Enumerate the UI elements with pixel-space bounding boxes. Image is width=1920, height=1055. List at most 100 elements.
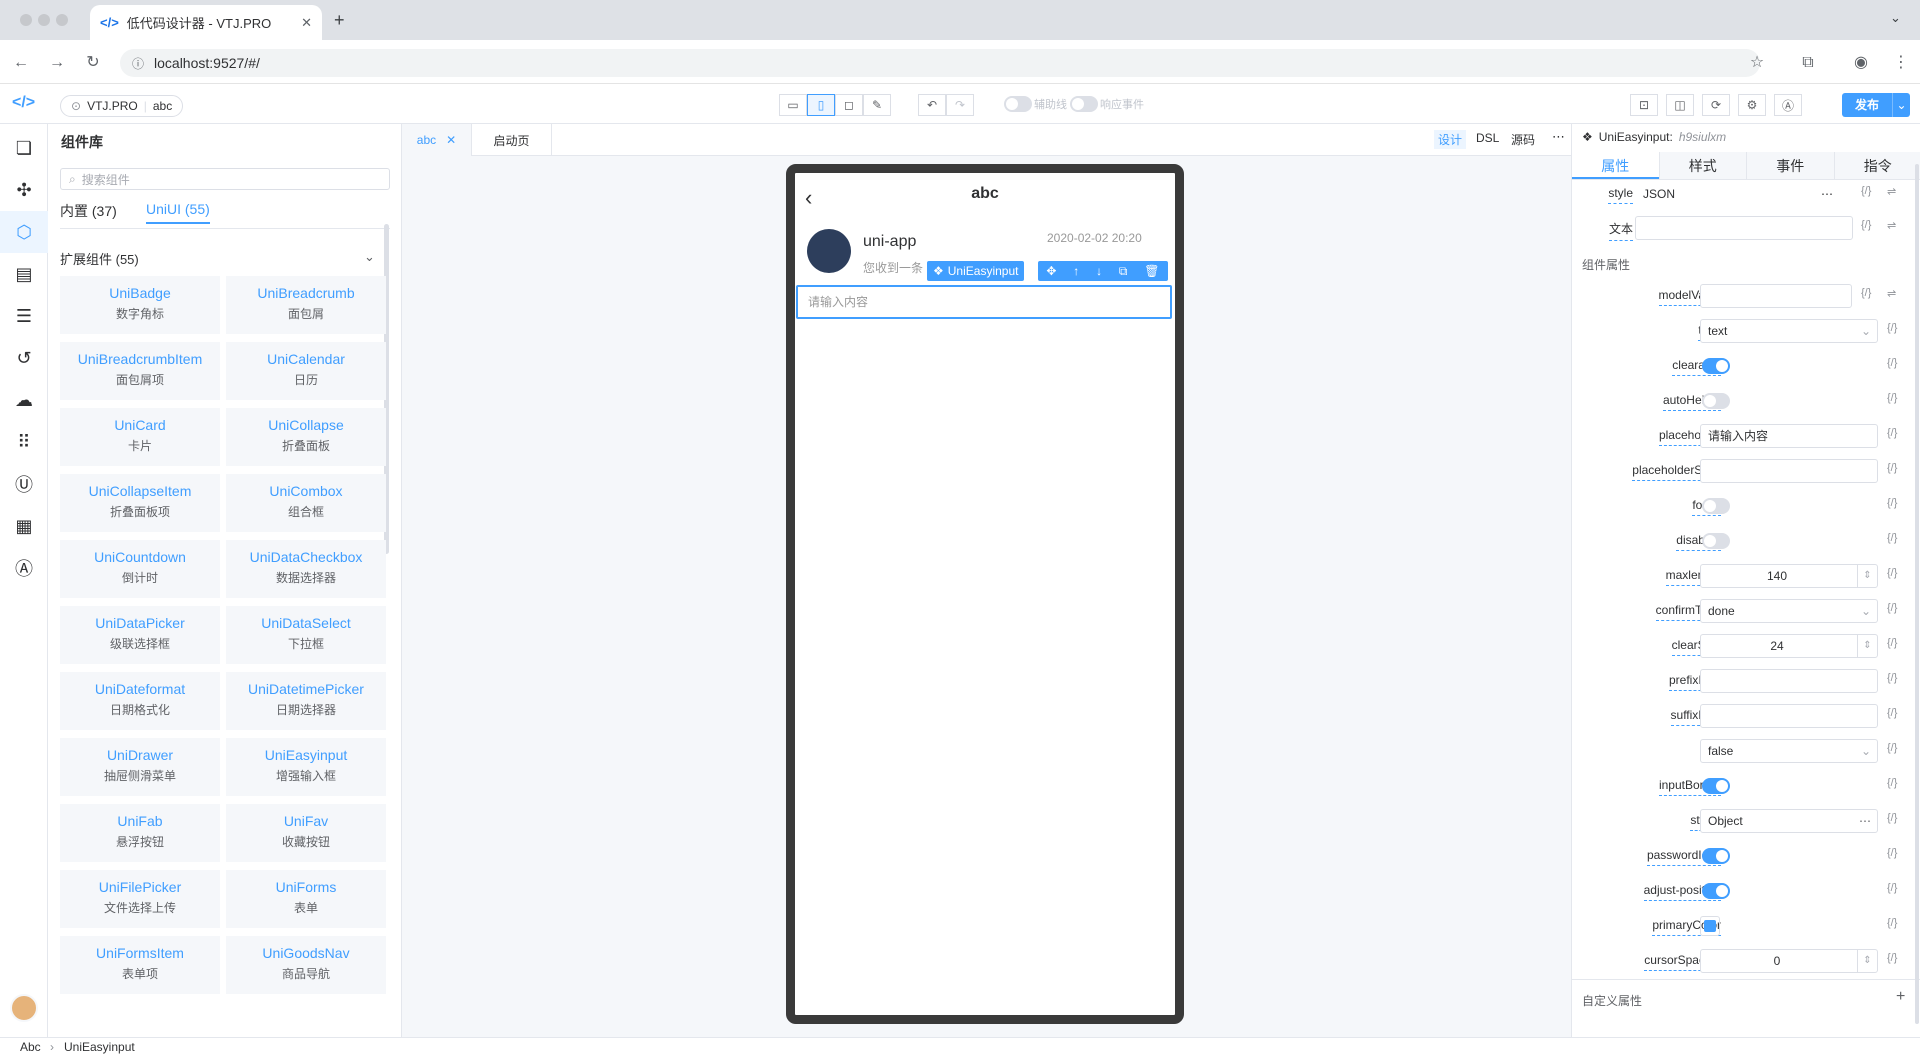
tab-builtin[interactable]: 内置 (37) [60, 201, 117, 221]
move-icon[interactable]: ✥ [1046, 264, 1056, 278]
component-card[interactable]: UniForms 表单 [226, 870, 386, 928]
more-icon[interactable]: ⋯ [1552, 129, 1565, 145]
uni-icon[interactable]: Ⓤ [0, 463, 48, 505]
prop-number-field[interactable]: 0 ⇕ [1700, 949, 1878, 973]
window-minimize-icon[interactable] [38, 14, 50, 26]
prop-number-field[interactable]: 24 ⇕ [1700, 634, 1878, 658]
crumb-root[interactable]: Abc [20, 1040, 41, 1054]
component-card[interactable]: UniEasyinput 增强输入框 [226, 738, 386, 796]
prop-select-field[interactable]: done ⌄ [1700, 599, 1878, 623]
bind-icon[interactable]: {/} [1861, 185, 1871, 197]
bind-icon[interactable]: {/} [1887, 567, 1897, 579]
bind-icon[interactable]: {/} [1887, 357, 1897, 369]
component-card[interactable]: UniGoodsNav 商品导航 [226, 936, 386, 994]
bind-icon[interactable]: {/} [1887, 497, 1897, 509]
tab-startup[interactable]: 启动页 [472, 124, 552, 156]
component-card[interactable]: UniCombox 组合框 [226, 474, 386, 532]
bind-icon[interactable]: {/} [1887, 637, 1897, 649]
prop-switch[interactable] [1702, 498, 1730, 514]
component-card[interactable]: UniCard 卡片 [60, 408, 220, 466]
bind-icon[interactable]: {/} [1887, 392, 1897, 404]
tab-list-icon[interactable]: ⌄ [1890, 10, 1901, 26]
mode-design[interactable]: 设计 [1434, 130, 1467, 149]
outline-icon[interactable]: ☰ [0, 295, 48, 337]
close-icon[interactable]: ✕ [446, 133, 456, 147]
api-icon[interactable]: ☁ [0, 379, 48, 421]
tab-abc[interactable]: abc ✕ [402, 124, 472, 156]
copy-icon[interactable]: ⧉ [1119, 264, 1128, 279]
component-card[interactable]: UniFormsItem 表单项 [60, 936, 220, 994]
component-card[interactable]: UniFilePicker 文件选择上传 [60, 870, 220, 928]
tab-events[interactable]: 事件 [1746, 152, 1834, 179]
browser-tab[interactable]: </> 低代码设计器 - VTJ.PRO ✕ [90, 5, 322, 40]
forward-icon[interactable]: → [46, 52, 68, 74]
events-toggle[interactable]: 响应事件 [1070, 96, 1144, 112]
bind-icon[interactable]: {/} [1887, 952, 1897, 964]
stepper-icon[interactable]: ⇕ [1857, 565, 1877, 587]
ai-assistant-icon[interactable]: Ⓐ [0, 547, 48, 589]
bind-icon[interactable]: {/} [1887, 462, 1897, 474]
pages-icon[interactable]: ❏ [0, 127, 48, 169]
guides-switch[interactable] [1004, 96, 1032, 112]
component-card[interactable]: UniFav 收藏按钮 [226, 804, 386, 862]
events-switch[interactable] [1070, 96, 1098, 112]
more-icon[interactable]: ⋯ [1859, 810, 1871, 832]
text-field[interactable] [1635, 216, 1853, 240]
close-icon[interactable]: ✕ [301, 15, 312, 31]
prop-input-field[interactable] [1700, 284, 1852, 308]
bind-icon[interactable]: {/} [1887, 777, 1897, 789]
group-title[interactable]: 扩展组件 (55) [60, 249, 139, 268]
bind-icon[interactable]: {/} [1887, 812, 1897, 824]
bookmark-star-icon[interactable]: ☆ [1746, 52, 1768, 74]
profile-icon[interactable]: ◉ [1850, 52, 1872, 74]
arrow-up-icon[interactable]: ↑ [1073, 264, 1079, 278]
component-card[interactable]: UniDateformat 日期格式化 [60, 672, 220, 730]
component-card[interactable]: UniDataCheckbox 数据选择器 [226, 540, 386, 598]
style-field[interactable]: JSON ⋯ [1635, 182, 1840, 206]
component-card[interactable]: UniBreadcrumbItem 面包屑项 [60, 342, 220, 400]
mode-dsl[interactable]: DSL [1472, 130, 1503, 146]
bind-icon[interactable]: {/} [1887, 532, 1897, 544]
component-card[interactable]: UniDrawer 抽屉侧滑菜单 [60, 738, 220, 796]
chevron-down-icon[interactable]: ⌄ [1861, 740, 1871, 762]
refresh-icon[interactable]: ⟳ [1702, 94, 1730, 116]
breadcrumb[interactable]: ⊙ VTJ.PRO | abc [60, 95, 184, 117]
bind-icon[interactable]: {/} [1887, 427, 1897, 439]
tab-directives[interactable]: 指令 [1833, 152, 1920, 179]
prop-select-field[interactable]: text ⌄ [1700, 319, 1878, 343]
bind-icon[interactable]: {/} [1861, 219, 1871, 231]
component-card[interactable]: UniCountdown 倒计时 [60, 540, 220, 598]
bind-icon[interactable]: {/} [1887, 707, 1897, 719]
component-card[interactable]: UniBreadcrumb 面包屑 [226, 276, 386, 334]
bind-icon[interactable]: {/} [1887, 322, 1897, 334]
avatar[interactable] [10, 994, 38, 1022]
url-field[interactable]: ⓘ localhost:9527/#/ [120, 49, 1760, 77]
component-card[interactable]: UniCollapseItem 折叠面板项 [60, 474, 220, 532]
bind-icon[interactable]: {/} [1887, 847, 1897, 859]
apps-icon[interactable]: ⠿ [0, 421, 48, 463]
prop-switch[interactable] [1702, 533, 1730, 549]
desktop-icon[interactable]: ▭ [779, 94, 807, 116]
mobile-icon[interactable]: ▯ [807, 94, 835, 116]
bind-icon[interactable]: {/} [1887, 917, 1897, 929]
chevron-down-icon[interactable]: ⌄ [364, 249, 375, 265]
crumb-current[interactable]: UniEasyinput [64, 1040, 135, 1054]
prop-switch[interactable] [1702, 358, 1730, 374]
window-zoom-icon[interactable] [56, 14, 68, 26]
prop-switch[interactable] [1702, 393, 1730, 409]
component-card[interactable]: UniFab 悬浮按钮 [60, 804, 220, 862]
bind-icon[interactable]: {/} [1887, 672, 1897, 684]
swap-icon[interactable]: ⇌ [1887, 185, 1896, 198]
selected-component-label[interactable]: ❖ UniEasyinput [927, 261, 1025, 281]
undo-icon[interactable]: ↶ [918, 94, 946, 116]
component-card[interactable]: UniCalendar 日历 [226, 342, 386, 400]
menu-icon[interactable]: ⋮ [1890, 52, 1912, 74]
tab-uniui[interactable]: UniUI (55) [146, 201, 210, 224]
components-icon[interactable]: ⬡ [0, 211, 48, 253]
swap-icon[interactable]: ⇌ [1887, 219, 1896, 232]
prop-color-picker[interactable] [1700, 916, 1720, 936]
lock-icon[interactable]: ⊡ [1630, 94, 1658, 116]
prop-switch[interactable] [1702, 883, 1730, 899]
bind-icon[interactable]: {/} [1887, 742, 1897, 754]
ai-icon[interactable]: Ⓐ [1774, 94, 1802, 116]
